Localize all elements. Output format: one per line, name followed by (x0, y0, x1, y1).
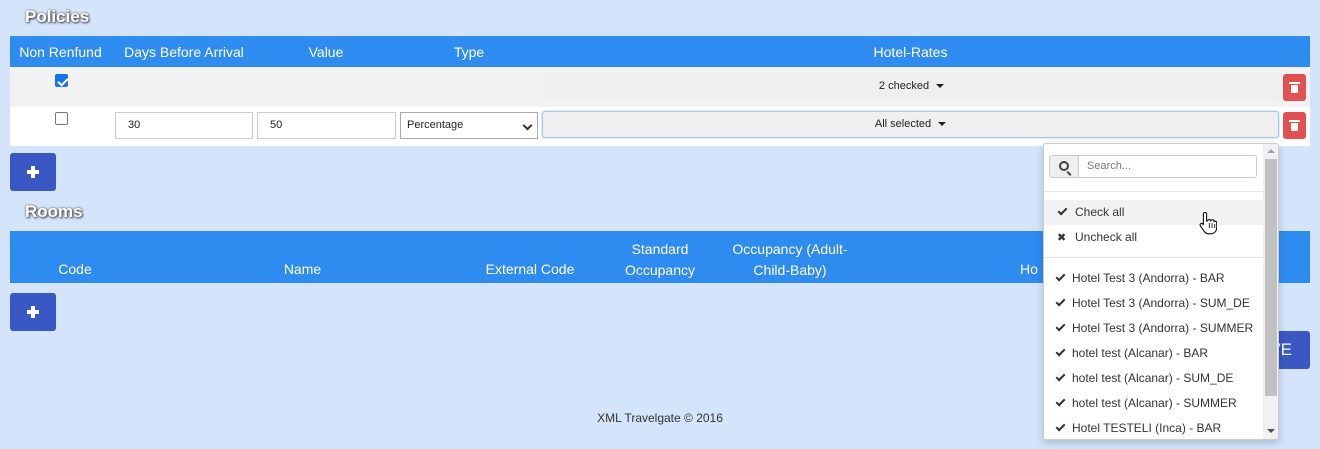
dropdown-option[interactable]: Hotel TESTELI (Inca) - BAR (1044, 416, 1264, 439)
col-non-refund: Non Renfund (19, 44, 102, 60)
type-select[interactable]: Percentage (400, 112, 538, 139)
dropdown-option[interactable]: Hotel Test 3 (Andorra) - BAR (1044, 266, 1264, 291)
check-all-option[interactable]: Check all (1044, 200, 1264, 225)
delete-button[interactable] (1283, 112, 1306, 139)
hand-cursor-icon (1199, 211, 1217, 235)
dropdown-option[interactable]: Hotel Test 3 (Andorra) - SUM_DE (1044, 291, 1264, 316)
caret-down-icon (938, 122, 947, 127)
divider (1044, 191, 1264, 192)
add-policy-button[interactable] (10, 153, 56, 191)
hotel-rates-multiselect[interactable]: 2 checked (544, 73, 1279, 100)
col-name: Name (283, 261, 322, 277)
check-icon (1055, 371, 1066, 382)
multiselect-label: All selected (874, 118, 932, 130)
dropdown-option[interactable]: hotel test (Alcanar) - BAR (1044, 341, 1264, 366)
col-type: Type (453, 44, 485, 60)
option-label: Hotel Test 3 (Andorra) - SUMMER (1072, 321, 1254, 335)
value-input[interactable]: 50 (257, 112, 396, 139)
dropdown-option[interactable]: Hotel Test 3 (Andorra) - SUMMER (1044, 316, 1264, 341)
non-refund-checkbox[interactable] (55, 74, 68, 87)
col-occupancy-acb-line2: Child-Baby) (753, 262, 827, 278)
policies-header: Non Renfund Days Before Arrival Value Ty… (10, 36, 1310, 67)
hotel-rates-dropdown: Search... Check all ✖ Uncheck all Hotel … (1043, 143, 1279, 440)
scroll-up-icon[interactable] (1267, 149, 1275, 153)
col-hotel-rates: Hotel-Rates (873, 44, 948, 60)
col-days-before-arrival: Days Before Arrival (124, 44, 244, 60)
col-external-code: External Code (485, 261, 575, 277)
col-standard-occupancy-line2: Occupancy (624, 262, 696, 278)
check-icon (1055, 346, 1066, 357)
trash-icon (1289, 120, 1300, 131)
option-label: Hotel Test 3 (Andorra) - BAR (1072, 271, 1225, 285)
check-icon (1055, 396, 1066, 407)
chevron-down-icon (522, 120, 533, 131)
dropdown-option[interactable]: hotel test (Alcanar) - SUMMER (1044, 391, 1264, 416)
scroll-thumb[interactable] (1265, 159, 1277, 396)
check-icon (1057, 205, 1068, 216)
dropdown-search: Search... (1049, 155, 1257, 178)
policy-row: 30 50 Percentage All selected (10, 107, 1310, 146)
search-addon (1049, 155, 1079, 178)
dropdown-scrollbar[interactable] (1263, 144, 1278, 439)
policies-title: Policies (25, 7, 90, 26)
check-all-label: Check all (1075, 205, 1125, 219)
trash-icon (1289, 82, 1300, 93)
search-input[interactable]: Search... (1078, 155, 1257, 178)
col-standard-occupancy: Standard Occupancy (595, 239, 725, 281)
delete-button[interactable] (1283, 74, 1306, 101)
divider (1044, 257, 1264, 258)
non-refund-checkbox[interactable] (55, 112, 68, 125)
option-label: Hotel TESTELI (Inca) - BAR (1072, 421, 1222, 435)
hotel-rates-multiselect[interactable]: All selected (542, 111, 1279, 138)
scroll-down-icon[interactable] (1267, 429, 1275, 433)
col-occupancy-acb-line1: Occupancy (Adult- (732, 241, 848, 257)
col-standard-occupancy-line1: Standard (631, 241, 689, 257)
uncheck-all-option[interactable]: ✖ Uncheck all (1044, 225, 1264, 250)
option-label: hotel test (Alcanar) - SUMMER (1072, 396, 1237, 410)
check-icon (1055, 296, 1066, 307)
check-icon (1055, 271, 1066, 282)
col-occupancy-acb: Occupancy (Adult- Child-Baby) (725, 239, 855, 281)
add-room-button[interactable] (10, 293, 56, 331)
uncheck-all-label: Uncheck all (1075, 230, 1138, 244)
rooms-title: Rooms (25, 202, 83, 221)
col-value: Value (308, 44, 344, 60)
option-label: Hotel Test 3 (Andorra) - SUM_DE (1072, 296, 1250, 310)
caret-down-icon (936, 84, 945, 89)
dropdown-option[interactable]: hotel test (Alcanar) - SUM_DE (1044, 366, 1264, 391)
check-icon (1055, 421, 1066, 432)
search-icon (1059, 161, 1069, 171)
option-label: hotel test (Alcanar) - BAR (1072, 346, 1209, 360)
type-select-value: Percentage (407, 119, 464, 131)
option-label: hotel test (Alcanar) - SUM_DE (1072, 371, 1234, 385)
multiselect-label: 2 checked (878, 80, 930, 92)
policy-row: 2 checked (10, 67, 1310, 107)
days-before-arrival-input[interactable]: 30 (115, 112, 253, 139)
close-icon: ✖ (1057, 232, 1067, 244)
col-code: Code (58, 261, 92, 277)
check-icon (1055, 321, 1066, 332)
